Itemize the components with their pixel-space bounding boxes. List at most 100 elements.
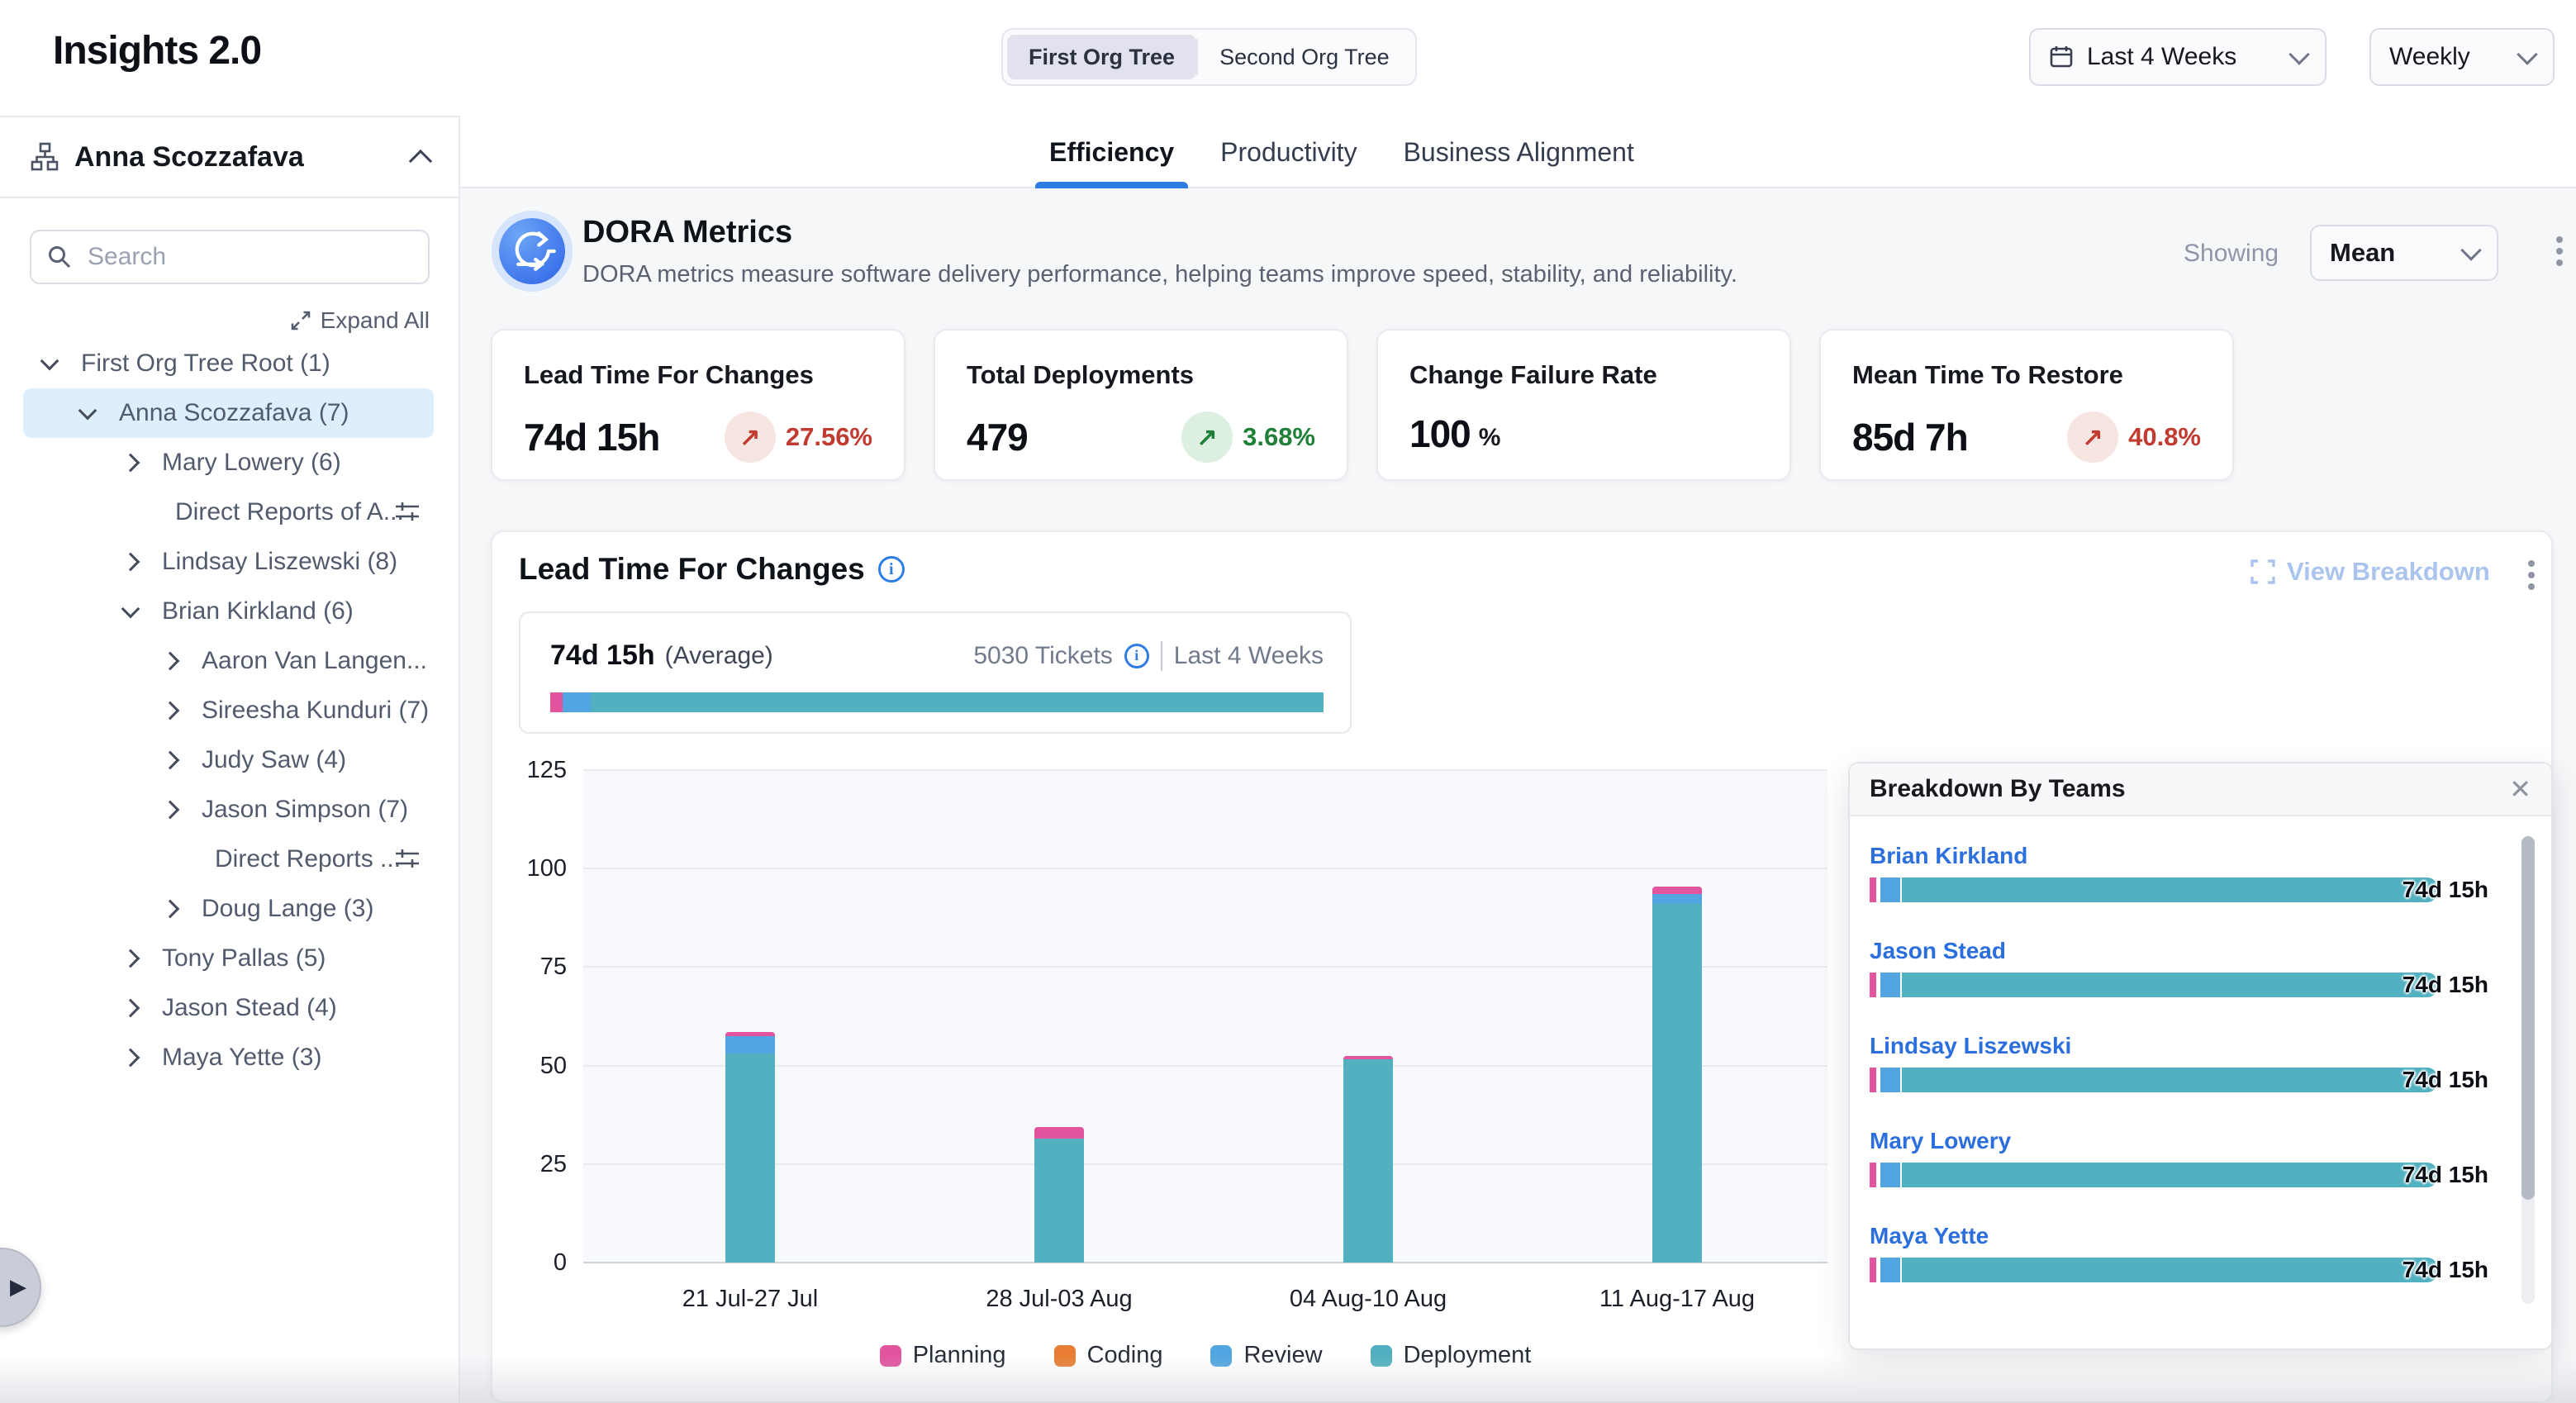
summary-bar-segment-review (563, 692, 591, 712)
team-link[interactable]: Lindsay Liszewski (1870, 1033, 2437, 1059)
tree-item[interactable]: Jason Simpson (7) (0, 785, 459, 835)
summary-bar-segment-deployment (591, 692, 1324, 712)
y-tick-label: 125 (492, 757, 567, 784)
stacked-bar[interactable] (1034, 1127, 1084, 1263)
scrollbar-thumb[interactable] (2521, 836, 2535, 1200)
tree-item[interactable]: Tony Pallas (5) (0, 934, 459, 983)
summary-meta: 5030 Tickets i Last 4 Weeks (973, 641, 1324, 671)
date-range-value: Last 4 Weeks (2087, 43, 2236, 71)
org-tree-option[interactable]: First Org Tree (1007, 35, 1196, 79)
metric-value: 85d 7h (1852, 415, 1968, 459)
chevron-right-icon[interactable] (121, 553, 140, 572)
team-link[interactable]: Maya Yette (1870, 1223, 2437, 1249)
tab-business-alignment[interactable]: Business Alignment (1404, 116, 1634, 188)
org-tree-option[interactable]: Second Org Tree (1198, 35, 1411, 79)
team-link[interactable]: Jason Stead (1870, 938, 2437, 964)
chevron-right-icon[interactable] (121, 949, 140, 968)
close-icon[interactable]: ✕ (2509, 773, 2531, 805)
tab-productivity[interactable]: Productivity (1220, 116, 1357, 188)
showing-select[interactable]: Mean (2310, 225, 2498, 281)
chevron-right-icon[interactable] (161, 801, 180, 820)
tree-item-label: Jason Stead (4) (162, 994, 337, 1022)
expand-all-label: Expand All (321, 307, 430, 334)
x-axis-label: 21 Jul-27 Jul (618, 1286, 882, 1313)
tree-item[interactable]: First Org Tree Root (1) (0, 339, 459, 388)
chevron-down-icon (2288, 44, 2309, 64)
team-link[interactable]: Mary Lowery (1870, 1128, 2437, 1154)
scrollbar-track[interactable] (2521, 836, 2535, 1304)
tree-item[interactable]: Aaron Van Langen... (0, 636, 459, 686)
info-icon[interactable]: i (1124, 644, 1149, 668)
legend-swatch (1054, 1345, 1076, 1367)
chevron-right-icon[interactable] (161, 751, 180, 770)
stacked-bar[interactable] (725, 1032, 775, 1263)
tree-item[interactable]: Mary Lowery (6) (0, 438, 459, 487)
filter-sliders-icon[interactable] (394, 499, 421, 526)
tree-item[interactable]: Maya Yette (3) (0, 1033, 459, 1082)
showing-value: Mean (2330, 238, 2395, 268)
tree-item[interactable]: Direct Reports ... (0, 835, 459, 884)
granularity-select[interactable]: Weekly (2369, 28, 2555, 86)
metric-card: Change Failure Rate100% (1376, 329, 1791, 481)
bar-segment-planning (1870, 1258, 1876, 1282)
lead-time-title-row: Lead Time For Changes i (519, 552, 905, 587)
bar-segment-review (1880, 1258, 1900, 1282)
expand-all-button[interactable]: Expand All (0, 307, 430, 334)
sidebar: Anna Scozzafava Expand All First Org Tre… (0, 116, 460, 1403)
chevron-right-icon[interactable] (161, 652, 180, 671)
bar-segment-planning (1652, 887, 1702, 895)
search-input[interactable] (86, 242, 413, 272)
breakdown-row: Brian Kirkland74d 15h (1870, 843, 2437, 902)
chevron-right-icon[interactable] (121, 454, 140, 473)
legend-swatch (880, 1345, 901, 1367)
breakdown-row: Jason Stead74d 15h (1870, 938, 2437, 997)
breakdown-row: Mary Lowery74d 15h (1870, 1128, 2437, 1187)
chevron-down-icon (2460, 240, 2481, 260)
tree-item-label: Jason Simpson (7) (202, 796, 408, 824)
legend-item: Deployment (1371, 1342, 1532, 1369)
tree-item[interactable]: Jason Stead (4) (0, 983, 459, 1033)
lead-time-kebab-menu[interactable] (2528, 560, 2535, 590)
bar-segment-planning (1870, 1068, 1876, 1092)
view-breakdown-button[interactable]: View Breakdown (2250, 557, 2490, 587)
stacked-bar[interactable] (1343, 1056, 1393, 1263)
dora-kebab-menu[interactable] (2556, 236, 2563, 266)
tree-item[interactable]: Anna Scozzafava (7) (23, 388, 434, 438)
chevron-right-icon[interactable] (121, 1049, 140, 1068)
tree-item[interactable]: Doug Lange (3) (0, 884, 459, 934)
tree-item[interactable]: Lindsay Liszewski (8) (0, 537, 459, 587)
sidebar-header[interactable]: Anna Scozzafava (0, 117, 459, 198)
chevron-right-icon[interactable] (161, 702, 180, 721)
metric-value: 74d 15h (524, 415, 659, 459)
chevron-right-icon[interactable] (161, 900, 180, 919)
team-link[interactable]: Brian Kirkland (1870, 843, 2437, 869)
fullscreen-corners-icon (2250, 559, 2275, 584)
tree-item[interactable]: Direct Reports of A... (0, 487, 459, 537)
summary-stacked-bar (550, 692, 1324, 712)
chevron-down-icon[interactable] (121, 600, 140, 619)
info-icon[interactable]: i (878, 556, 905, 583)
org-tree-toggle[interactable]: First Org TreeSecond Org Tree (1001, 28, 1417, 86)
chevron-right-icon[interactable] (121, 999, 140, 1018)
search-box[interactable] (30, 230, 430, 284)
tab-label: Efficiency (1049, 137, 1174, 168)
chevron-down-icon[interactable] (78, 402, 97, 421)
date-range-select[interactable]: Last 4 Weeks (2029, 28, 2326, 86)
stacked-bar[interactable] (1652, 887, 1702, 1263)
tree-item[interactable]: Brian Kirkland (6) (0, 587, 459, 636)
tree-item[interactable]: Sireesha Kunduri (7) (0, 686, 459, 735)
metric-card-title: Mean Time To Restore (1852, 360, 2201, 390)
tree-item[interactable]: Judy Saw (4) (0, 735, 459, 785)
chevron-down-icon[interactable] (40, 352, 59, 371)
triangle-right-icon: ▶ (10, 1274, 26, 1300)
tree-item-label: Direct Reports of A... (175, 498, 404, 526)
team-bar-value: 74d 15h (2403, 1067, 2488, 1093)
delta-value: 3.68% (1243, 422, 1315, 452)
tab-efficiency[interactable]: Efficiency (1049, 116, 1174, 188)
dora-section-title: DORA Metrics (582, 215, 792, 250)
sidebar-collapse-handle[interactable]: ▶ (0, 1248, 41, 1327)
lead-time-title: Lead Time For Changes (519, 552, 865, 587)
metric-card: Total Deployments479↗3.68% (934, 329, 1348, 481)
filter-sliders-icon[interactable] (394, 846, 421, 873)
chevron-up-icon[interactable] (409, 150, 432, 173)
